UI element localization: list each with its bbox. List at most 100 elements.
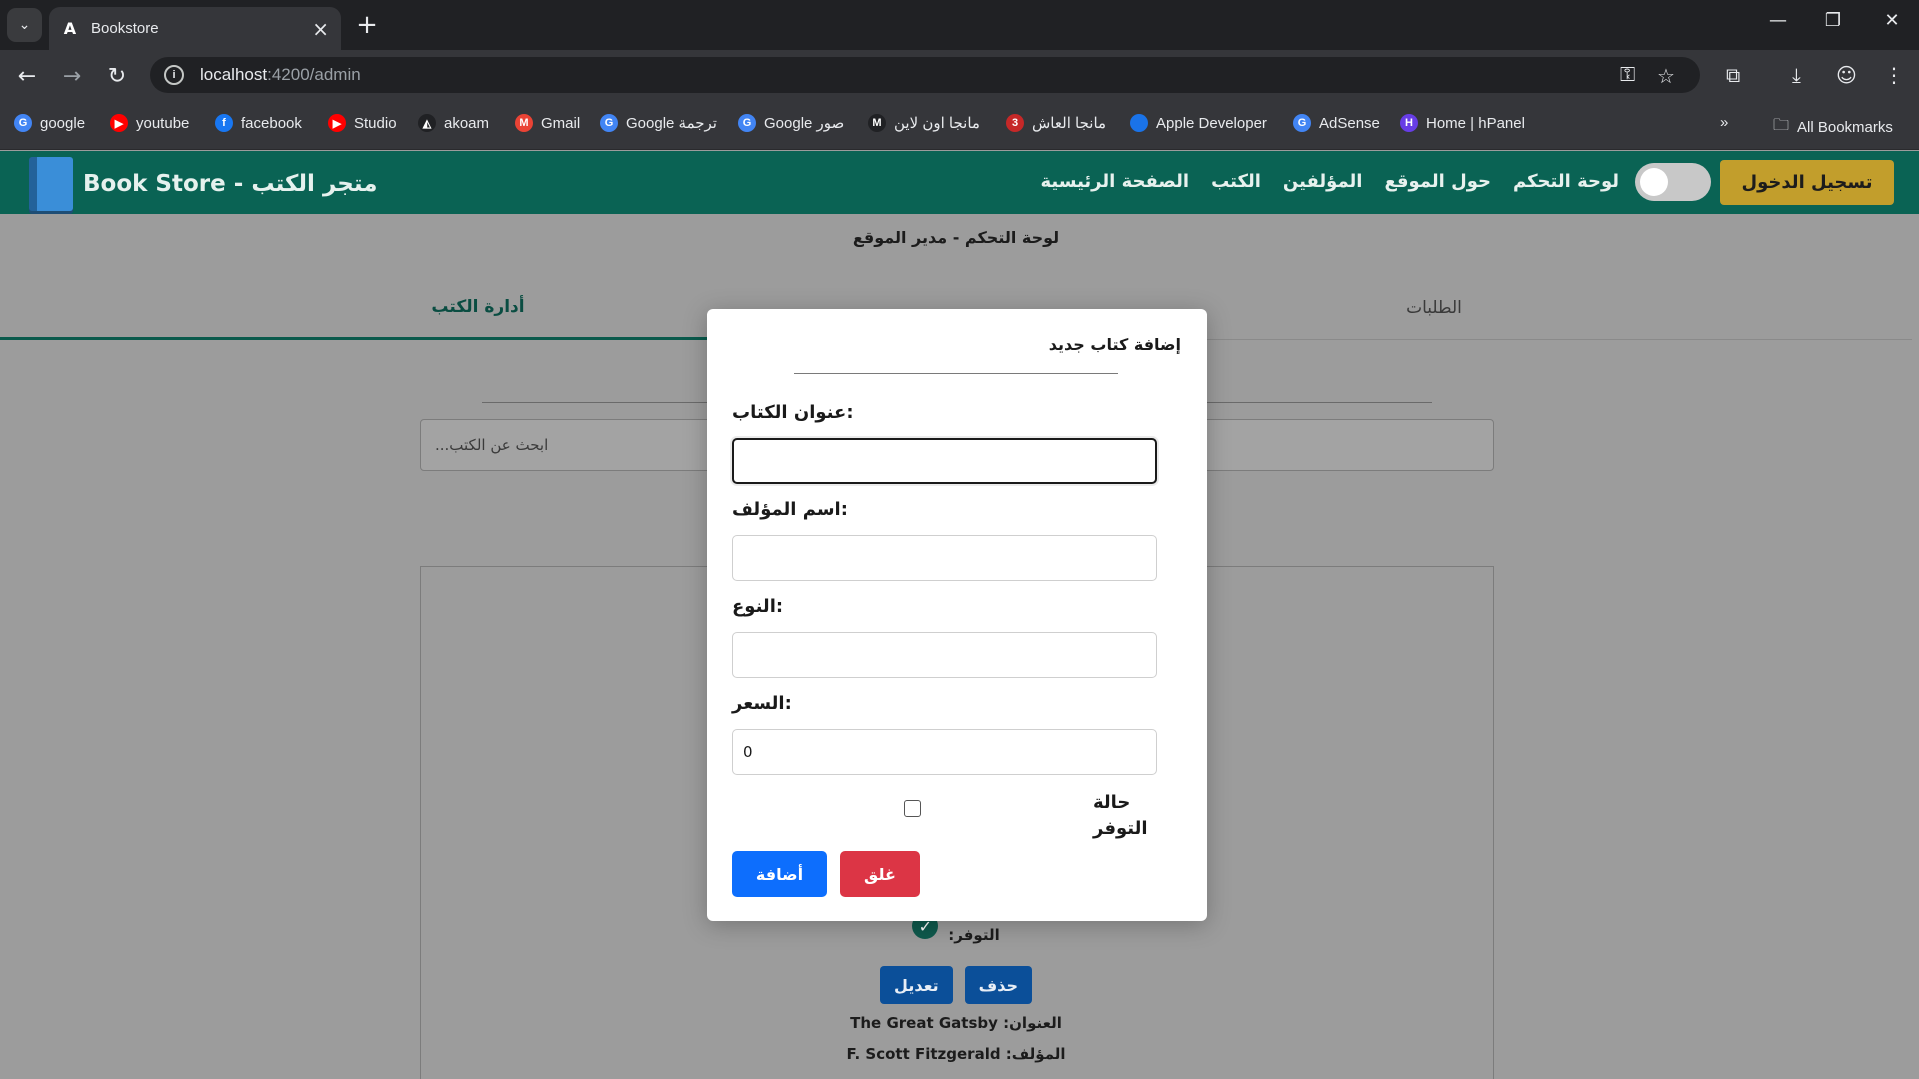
all-bookmarks-label: All Bookmarks — [1797, 119, 1893, 136]
bookmark-favicon-icon: H — [1400, 114, 1418, 132]
bookmark-label: Apple Developer — [1156, 114, 1267, 132]
bookmarks-overflow-icon[interactable]: » — [1720, 114, 1728, 131]
bookmark-star-icon[interactable]: ☆ — [1657, 64, 1675, 89]
restore-icon[interactable]: ❐ — [1813, 10, 1853, 31]
close-tab-icon[interactable]: × — [312, 17, 329, 41]
app-navbar: Book Store - متجر الكتب لوحة التحكم حول … — [0, 151, 1919, 214]
bookmark-favicon-icon: f — [215, 114, 233, 132]
minimize-icon[interactable]: — — [1758, 10, 1798, 31]
address-bar[interactable]: i localhost:4200/admin ⚿ ☆ — [150, 57, 1700, 93]
tab-title: Bookstore — [91, 20, 159, 37]
download-icon[interactable]: ⤓ — [1792, 63, 1801, 87]
bookmarks-bar: » 🗀 All Bookmarks Ggoogle ▶ youtube f facebo… — [0, 100, 1919, 150]
bookmark-label: google — [40, 114, 86, 132]
nav-books[interactable]: الكتب — [1211, 171, 1261, 192]
bookmark-favicon-icon: M — [515, 114, 533, 132]
book-logo-icon — [29, 157, 73, 211]
bookmark-label: مانجا العاش — [1032, 115, 1107, 132]
bookmark-item[interactable]: f facebook — [215, 114, 302, 132]
genre-input[interactable] — [732, 632, 1157, 678]
add-book-modal: إضافة كتاب جديد عنوان الكتاب: اسم المؤلف… — [707, 309, 1207, 921]
browser-toolbar: ← → ↻ i localhost:4200/admin ⚿ ☆ — [0, 50, 1919, 100]
close-button[interactable]: غلق — [840, 851, 920, 897]
bookmark-favicon-icon: G — [14, 114, 32, 132]
edit-button[interactable]: تعديل — [880, 966, 953, 1004]
bookmark-item[interactable]: 3 مانجا العاش — [1006, 114, 1106, 132]
bookmark-label: Google صور — [764, 115, 845, 132]
delete-button[interactable]: حذف — [964, 966, 1032, 1004]
bookmark-item[interactable]: G Google صور — [738, 114, 844, 132]
bookmark-favicon-icon: 3 — [1006, 114, 1024, 132]
new-tab-button[interactable]: + — [352, 10, 382, 40]
site-info-icon[interactable]: i — [164, 65, 184, 85]
tab-search-button[interactable]: ⌄ — [7, 8, 42, 42]
angular-favicon-icon: A — [63, 19, 77, 38]
bookmark-favicon-icon — [1130, 114, 1148, 132]
bookmark-label: Google ترجمة — [626, 115, 717, 132]
add-button[interactable]: أضافة — [732, 851, 827, 897]
bookmark-label: مانجا اون لاين — [894, 115, 980, 132]
author-label: اسم المؤلف: — [732, 499, 848, 520]
price-label: السعر: — [732, 693, 792, 714]
book-title-input[interactable] — [732, 438, 1157, 484]
brand[interactable]: Book Store - متجر الكتب — [29, 157, 377, 211]
bookmark-favicon-icon: ▶ — [110, 114, 128, 132]
bookmark-favicon-icon: G — [738, 114, 756, 132]
bookmark-favicon-icon: G — [1293, 114, 1311, 132]
bookmark-item[interactable]: G Google ترجمة — [600, 114, 717, 132]
bookmark-item[interactable]: Ggoogle — [14, 114, 85, 132]
availability-label: التوفر: — [948, 926, 1000, 944]
author-input[interactable] — [732, 535, 1157, 581]
bookmark-favicon-icon: G — [600, 114, 618, 132]
bookmark-item[interactable]: Apple Developer — [1130, 114, 1267, 132]
availability-checkbox[interactable] — [904, 800, 921, 817]
card-actions: حذف تعديل — [0, 966, 1912, 1004]
brand-title: Book Store - متجر الكتب — [83, 171, 378, 197]
url-path: :4200/admin — [267, 65, 361, 84]
bookmark-favicon-icon: ▶ — [328, 114, 346, 132]
modal-title: إضافة كتاب جديد — [1048, 335, 1181, 354]
book-title-label: عنوان الكتاب: — [732, 402, 854, 423]
close-window-icon[interactable]: ✕ — [1872, 10, 1912, 31]
password-key-icon[interactable]: ⚿ — [1620, 64, 1635, 87]
login-button[interactable]: تسجيل الدخول — [1720, 160, 1894, 205]
extensions-icon[interactable]: ⧉ — [1726, 63, 1740, 87]
availability-status-label: حالة التوفر — [1093, 792, 1148, 839]
bookmark-item[interactable]: ▶ youtube — [110, 114, 189, 132]
page-title: لوحة التحكم - مدير الموقع — [852, 228, 1060, 247]
bookmark-item[interactable]: G AdSense — [1293, 114, 1380, 132]
bookmark-item[interactable]: H Home | hPanel — [1400, 114, 1525, 132]
theme-toggle[interactable] — [1635, 163, 1711, 201]
reload-icon[interactable]: ↻ — [102, 62, 132, 90]
bookmark-label: Home | hPanel — [1426, 114, 1525, 132]
folder-icon: 🗀 — [1773, 117, 1790, 134]
profile-avatar-icon[interactable]: ☺ — [1836, 63, 1857, 87]
availability-row: التوفر: ✓ — [0, 913, 1912, 944]
genre-label: النوع: — [732, 596, 784, 617]
bookmark-item[interactable]: M Gmail — [515, 114, 580, 132]
bookmark-label: Gmail — [541, 114, 581, 132]
bookmark-item[interactable]: M مانجا اون لاين — [868, 114, 980, 132]
bookmark-label: youtube — [136, 114, 190, 132]
nav-authors[interactable]: المؤلفين — [1283, 171, 1363, 192]
toggle-knob — [1640, 168, 1668, 196]
forward-icon[interactable]: → — [57, 62, 87, 90]
url-host: localhost — [200, 65, 268, 84]
browser-tabstrip: ⌄ A Bookstore × + — ❐ ✕ — [0, 0, 1919, 50]
price-input[interactable] — [732, 729, 1157, 775]
bookmark-item[interactable]: ◭ akoam — [418, 114, 489, 132]
nav-about[interactable]: حول الموقع — [1384, 171, 1491, 192]
bookmark-item[interactable]: ▶ Studio — [328, 114, 397, 132]
nav-home[interactable]: الصفحة الرئيسية — [1041, 171, 1190, 192]
bookmark-label: akoam — [444, 114, 490, 132]
browser-tab[interactable]: A Bookstore × — [49, 7, 341, 50]
book-title-line: العنوان: The Great Gatsby — [850, 1014, 1062, 1032]
book-author-line: المؤلف: F. Scott Fitzgerald — [846, 1045, 1066, 1063]
bookmark-favicon-icon: ◭ — [418, 114, 436, 132]
all-bookmarks-folder[interactable]: 🗀 All Bookmarks — [1773, 114, 1893, 141]
menu-dots-icon[interactable]: ⋮ — [1884, 63, 1904, 87]
modal-divider — [794, 373, 1118, 374]
bookmark-label: AdSense — [1319, 114, 1380, 132]
back-icon[interactable]: ← — [12, 62, 42, 90]
nav-dashboard[interactable]: لوحة التحكم — [1513, 171, 1619, 192]
